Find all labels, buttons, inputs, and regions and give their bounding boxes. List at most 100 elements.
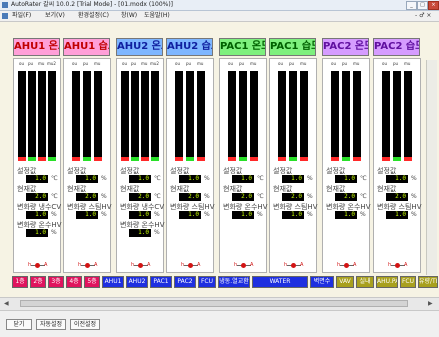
setpoint-unit: % [411,175,417,182]
nav-indoor-button[interactable]: 실내 [356,276,374,288]
level-bar [278,71,286,161]
setpoint-value[interactable]: 1.0 [386,175,408,183]
setpoint-value[interactable]: 1.0 [282,175,304,183]
setpoint-unit: ℃ [257,175,264,182]
hand-auto-switch[interactable]: h A [181,262,201,269]
close-button[interactable]: 닫기 [6,319,32,330]
setpoint-label: 설정값 [273,167,293,175]
menu-window[interactable]: 창(W) [121,12,137,20]
nav-fcu-button[interactable]: FCU [198,276,216,288]
delta-label: 변화량 스팀HV [170,203,215,211]
current-unit: % [204,193,210,200]
extra-value[interactable]: 1.0 [26,229,48,237]
col-label: pu [239,61,245,66]
setpoint-value[interactable]: 1.0 [335,175,357,183]
nav-floor-4-button[interactable]: 4층 [66,276,82,288]
maximize-button[interactable]: □ [417,1,428,10]
panel-pac2-temp: ou pu mu 설정값 1.0 ℃ 현재값 2.0 ℃ 변화량 온수HV 1.… [322,58,370,273]
delta-value[interactable]: 1.0 [26,211,48,219]
nav-ahu2-button[interactable]: AHU2 [126,276,148,288]
app-icon [2,2,8,8]
delta-unit: % [204,211,210,218]
current-label: 현재값 [377,185,397,193]
level-bar [141,71,149,161]
delta-value[interactable]: 1.0 [179,211,201,219]
nav-floor-3-button[interactable]: 3층 [48,276,64,288]
nav-pac1-button[interactable]: PAC1 [150,276,172,288]
menu-file[interactable]: 파일(F) [12,12,31,20]
setpoint-unit: % [101,175,107,182]
current-value: 2.0 [179,193,201,201]
nav-floor-5-button[interactable]: 5층 [84,276,100,288]
level-bar [151,71,159,161]
window-title: AutoRater 갈씨 10.0.2 [Trial Mode] - [01.m… [11,1,174,8]
prev-setting-button[interactable]: 이전설정 [70,319,100,330]
panel-ahu2-humid: ou pu mu 설정값 1.0 % 현재값 2.0 % 변화량 스팀HV 1.… [166,58,214,273]
switch-auto-label: A [147,262,151,268]
level-bar [228,71,236,161]
delta-value[interactable]: 1.0 [282,211,304,219]
menu-env[interactable]: 환경설정(C) [78,12,109,20]
menu-help[interactable]: 도움말(H) [144,12,170,20]
nav-flow-button[interactable]: 유량/TEX [418,276,438,288]
col-label: mu [94,61,101,66]
nav-water-button[interactable]: WATER [252,276,308,288]
menu-view[interactable]: 보기(V) [45,12,65,20]
scroll-left-icon[interactable]: ◀ [4,300,9,307]
hand-auto-switch[interactable]: h A [131,262,151,269]
horizontal-scrollbar[interactable]: ◀ ▶ [0,297,439,310]
nav-vav-button[interactable]: VAV [336,276,354,288]
delta-value[interactable]: 1.0 [232,211,254,219]
setpoint-value[interactable]: 1.0 [232,175,254,183]
panel-header-pac1-humid: PAC1 습도 [269,38,316,56]
hand-auto-switch[interactable]: h A [28,262,48,269]
hand-auto-switch[interactable]: h A [284,262,304,269]
hand-auto-switch[interactable]: h A [388,262,408,269]
hand-auto-switch[interactable]: h A [234,262,254,269]
bottom-bar: 닫기 자동설정 이전설정 [0,310,439,337]
switch-auto-label: A [300,262,304,268]
scroll-right-icon[interactable]: ▶ [428,300,433,307]
close-window-button[interactable]: × [428,1,439,10]
nav-floor-2-button[interactable]: 2층 [30,276,46,288]
hand-auto-switch[interactable]: h A [337,262,357,269]
setpoint-value[interactable]: 1.0 [76,175,98,183]
delta-label: 변화량 온수HV [223,203,268,211]
col-label: pu [83,61,89,66]
extra-unit: % [154,229,160,236]
current-unit: % [101,193,107,200]
auto-setting-button[interactable]: 자동설정 [36,319,66,330]
setpoint-unit: % [204,175,210,182]
switch-auto-label: A [197,262,201,268]
hand-auto-switch[interactable]: h A [78,262,98,269]
setpoint-value[interactable]: 1.0 [26,175,48,183]
switch-knob [395,263,400,268]
panel-pac2-humid: ou pu mu 설정값 1.0 % 현재값 2.0 % 변화량 스팀HV 1.… [373,58,421,273]
mdi-controls[interactable]: - ♂ × [415,12,431,20]
minimize-button[interactable]: _ [406,1,417,10]
panel-ahu1-temp: ou pu mu mu2 설정값 1.0 ℃ 현재값 2.0 ℃ 변화량 냉수C… [13,58,61,273]
scrollbar-thumb[interactable] [20,300,408,307]
col-label: mu [141,61,148,66]
nav-ahu-pac-button[interactable]: AHU.PAC [376,276,398,288]
nav-floor-1-button[interactable]: 1층 [12,276,28,288]
nav-wall-water-button[interactable]: 벽면수 [310,276,334,288]
col-label: mu [404,61,411,66]
setpoint-value[interactable]: 1.0 [179,175,201,183]
col-label: mu [197,61,204,66]
current-label: 현재값 [326,185,346,193]
nav-pac2-button[interactable]: PAC2 [174,276,196,288]
setpoint-value[interactable]: 1.0 [129,175,151,183]
delta-value[interactable]: 1.0 [76,211,98,219]
delta-unit: % [101,211,107,218]
current-label: 현재값 [17,185,37,193]
nav-refrigeration-button[interactable]: 냉동.열교환 [218,276,250,288]
nav-ahu1-button[interactable]: AHU1 [102,276,124,288]
current-unit: ℃ [360,193,367,200]
nav-fcu-olive-button[interactable]: FCU [400,276,416,288]
extra-value[interactable]: 1.0 [129,229,151,237]
delta-value[interactable]: 1.0 [129,211,151,219]
vertical-scrollbar[interactable] [426,60,437,275]
delta-value[interactable]: 1.0 [386,211,408,219]
delta-value[interactable]: 1.0 [335,211,357,219]
